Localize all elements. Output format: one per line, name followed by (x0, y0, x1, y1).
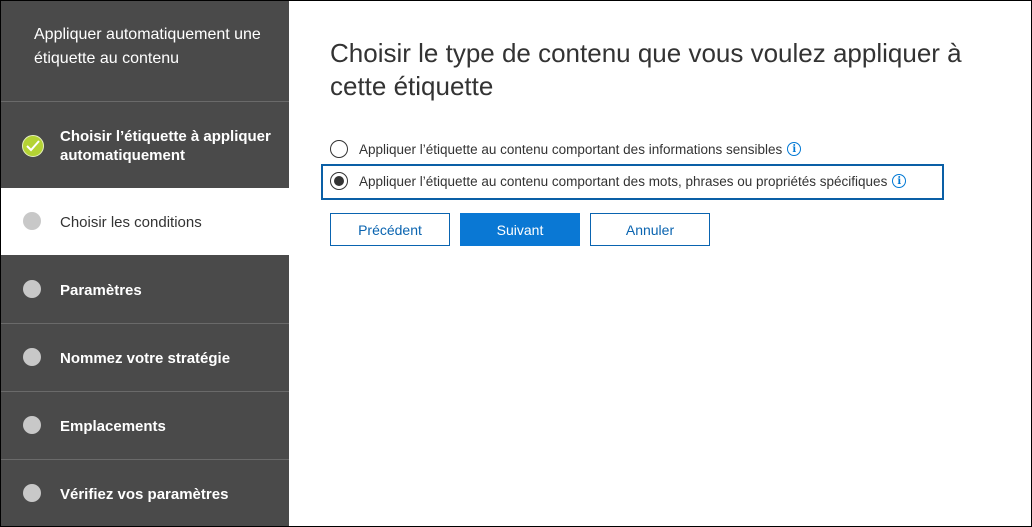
radio-button-selected[interactable] (330, 172, 348, 190)
step-dot-icon (23, 348, 41, 366)
step-dot-icon (23, 416, 41, 434)
back-button[interactable]: Précédent (330, 213, 450, 246)
step-label: Choisir les conditions (60, 214, 202, 231)
step-label: Choisir l’étiquette à appliquer automati… (60, 128, 271, 164)
step-settings[interactable]: Paramètres (1, 256, 289, 323)
step-name-policy[interactable]: Nommez votre stratégie (1, 324, 289, 391)
info-icon[interactable]: i (892, 174, 907, 188)
step-choose-label[interactable]: Choisir l’étiquette à appliquer automati… (1, 102, 289, 187)
step-label: Paramètres (60, 282, 142, 299)
option-sensitive-info[interactable]: Appliquer l’étiquette au contenu comport… (330, 140, 802, 158)
step-dot-icon (23, 280, 41, 298)
step-locations[interactable]: Emplacements (1, 392, 289, 459)
option-label: Appliquer l’étiquette au contenu comport… (359, 173, 888, 189)
page-title: Choisir le type de contenu que vous voul… (330, 38, 962, 101)
info-icon[interactable]: i (787, 142, 802, 156)
step-label: Emplacements (60, 418, 166, 435)
cancel-button[interactable]: Annuler (590, 213, 710, 246)
wizard-title: Appliquer automatiquement une étiquette … (34, 26, 261, 67)
radio-button[interactable] (330, 140, 348, 158)
step-dot-icon (23, 212, 41, 230)
step-review-settings[interactable]: Vérifiez vos paramètres (1, 460, 289, 526)
step-label: Vérifiez vos paramètres (60, 486, 229, 503)
step-label: Nommez votre stratégie (60, 350, 231, 367)
check-circle-icon (22, 135, 44, 157)
step-choose-conditions[interactable]: Choisir les conditions (1, 188, 289, 255)
next-button[interactable]: Suivant (460, 213, 580, 246)
wizard-sidebar: Appliquer automatiquement une étiquette … (1, 1, 289, 526)
option-label: Appliquer l’étiquette au contenu comport… (359, 141, 783, 157)
wizard-window: Appliquer automatiquement une étiquette … (0, 0, 1032, 527)
step-dot-icon (23, 484, 41, 502)
option-specific-words[interactable]: Appliquer l’étiquette au contenu comport… (330, 172, 907, 190)
